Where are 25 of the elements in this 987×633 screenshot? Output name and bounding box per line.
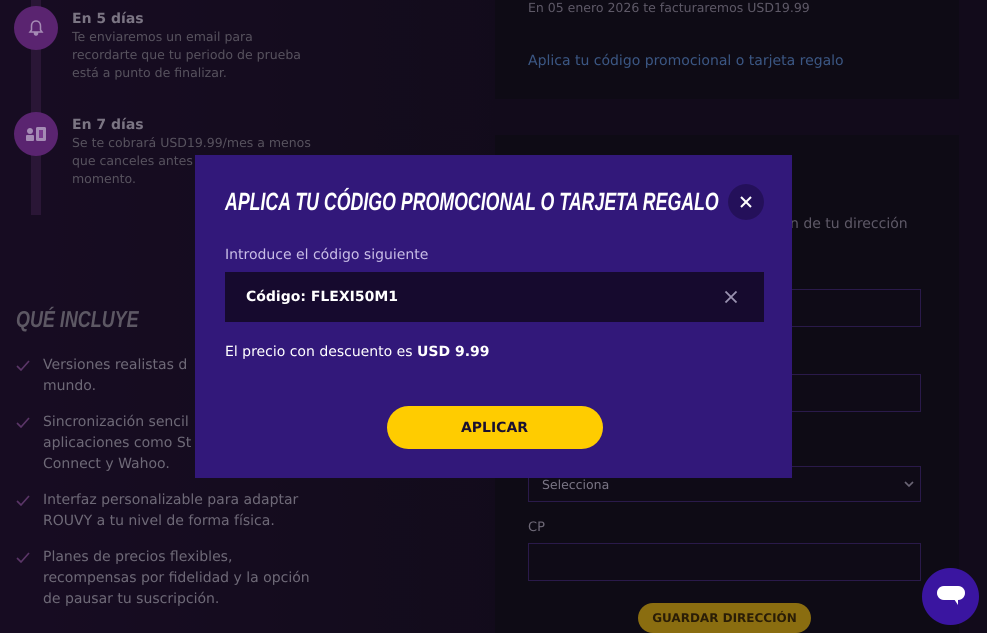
timeline-title: En 5 días — [72, 10, 145, 28]
feature-text: recompensas por fidelidad y la opción — [43, 569, 310, 588]
dialog-title: APLICA TU CÓDIGO PROMOCIONAL O TARJETA REGALO — [225, 188, 719, 216]
timeline-text: momento. — [72, 170, 137, 188]
feature-text: Versiones realistas d — [43, 356, 188, 375]
timeline-text: recordarte que tu periodo de prueba — [72, 46, 301, 64]
timeline-text: está a punto de finalizar. — [72, 64, 228, 82]
timeline-text: Se te cobrará USD19.99/mes a menos — [72, 134, 311, 152]
field-label: CP — [528, 520, 546, 535]
feature-text: Interfaz personalizable para adaptar — [43, 491, 298, 510]
feature-text: Connect y Wahoo. — [43, 455, 171, 474]
timeline-title: En 7 días — [72, 116, 145, 134]
section-heading: QUÉ INCLUYE — [16, 306, 139, 333]
discount-price-text: El precio con descuento es USD 9.99 — [225, 344, 491, 360]
field-label: Introduce el código siguiente — [225, 247, 430, 263]
feature-text: aplicaciones como St — [43, 434, 192, 453]
feature-text: de pausar tu suscripción. — [43, 590, 220, 609]
timeline-text: Te enviaremos un email para — [72, 28, 254, 46]
feature-text: mundo. — [43, 377, 98, 396]
feature-text: Sincronización sencil — [43, 413, 190, 432]
timeline-text: que canceles antes — [72, 152, 194, 170]
select-placeholder: Selecciona — [542, 476, 610, 492]
billing-note: En 05 enero 2026 te facturaremos USD19.99 — [528, 0, 811, 16]
feature-text: ROUVY a tu nivel de forma física. — [43, 512, 276, 531]
feature-text: Planes de precios flexibles, — [43, 548, 234, 567]
